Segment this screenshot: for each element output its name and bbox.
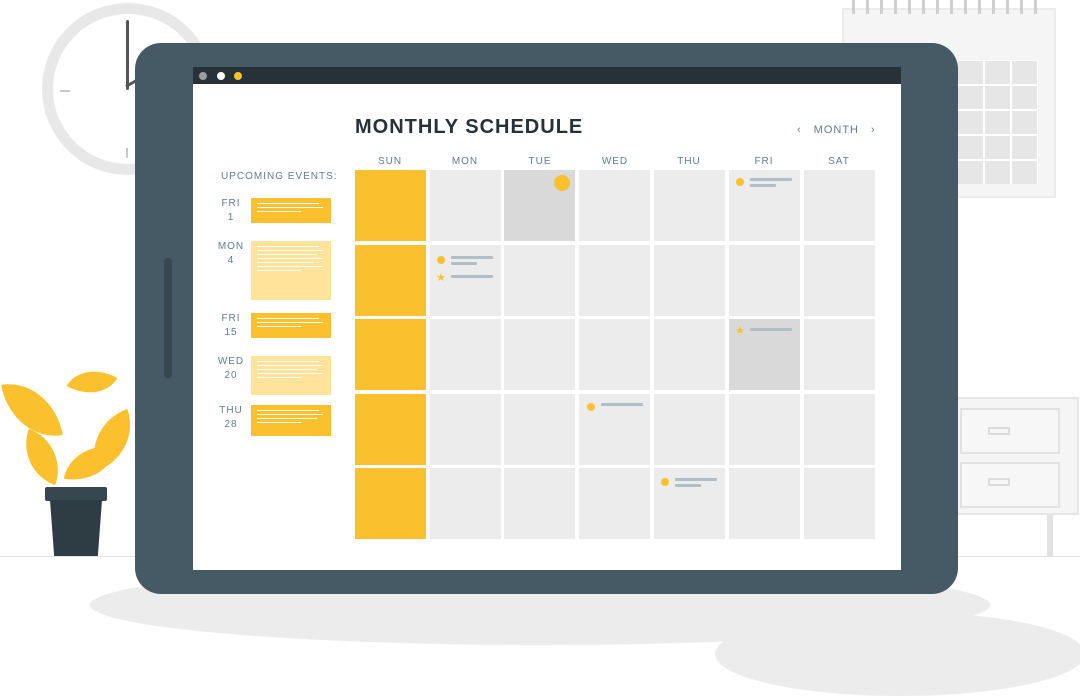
calendar-cell[interactable] xyxy=(654,245,725,316)
cabinet-drawer xyxy=(960,462,1060,508)
event-line xyxy=(750,178,792,181)
calendar-cell[interactable] xyxy=(804,170,875,241)
floor-shadow xyxy=(715,612,1080,696)
calendar-cell[interactable] xyxy=(430,170,501,241)
event-date: 1 xyxy=(227,212,235,223)
wall-calendar-rings xyxy=(852,0,1048,14)
month-view-label[interactable]: MONTH xyxy=(814,124,859,136)
wall-calendar-grid xyxy=(958,60,1038,184)
clock-minute-hand xyxy=(126,20,129,90)
calendar-cell[interactable] xyxy=(654,319,725,390)
calendar-cell[interactable] xyxy=(430,394,501,465)
event-line xyxy=(601,403,643,406)
calendar-cell[interactable] xyxy=(355,394,426,465)
clock-tick xyxy=(60,90,70,92)
dow-header-mon: MON xyxy=(451,156,479,167)
calendar-cell[interactable] xyxy=(729,468,800,539)
event-card[interactable] xyxy=(251,241,331,300)
event-date: 20 xyxy=(224,370,238,381)
event-line xyxy=(451,256,493,259)
chevron-right-icon[interactable]: › xyxy=(871,124,876,136)
event-card[interactable] xyxy=(251,356,331,395)
event-dot-icon[interactable] xyxy=(437,256,445,264)
calendar-cell[interactable] xyxy=(804,468,875,539)
calendar-cell[interactable] xyxy=(579,468,650,539)
calendar-cell[interactable] xyxy=(355,170,426,241)
event-date: 4 xyxy=(227,255,235,266)
calendar-cell[interactable] xyxy=(430,319,501,390)
event-line xyxy=(750,184,776,187)
event-date: 28 xyxy=(224,419,238,430)
plant-pot-icon xyxy=(50,500,102,556)
drawer-handle xyxy=(988,427,1010,435)
event-weekday: FRI xyxy=(221,313,241,324)
event-card[interactable] xyxy=(251,405,331,436)
calendar-cell[interactable] xyxy=(355,468,426,539)
clock-tick xyxy=(126,148,128,158)
event-weekday: WED xyxy=(217,356,245,367)
event-line xyxy=(675,484,701,487)
cabinet-drawer xyxy=(960,408,1060,454)
plant-leaf xyxy=(13,428,71,486)
dow-header-thu: THU xyxy=(677,156,701,167)
calendar-cell[interactable] xyxy=(579,319,650,390)
calendar-cell[interactable] xyxy=(355,319,426,390)
calendar-cell[interactable] xyxy=(579,170,650,241)
calendar-cell[interactable] xyxy=(729,245,800,316)
event-line xyxy=(750,328,792,331)
calendar-cell[interactable] xyxy=(804,319,875,390)
window-dot-maximize[interactable] xyxy=(234,72,242,80)
calendar-cell[interactable] xyxy=(654,394,725,465)
plant-leaf xyxy=(63,439,117,487)
window-titlebar xyxy=(193,67,901,84)
page-title: MONTHLY SCHEDULE xyxy=(355,116,584,138)
plant-leaf xyxy=(66,358,118,406)
dow-header-fri: FRI xyxy=(754,156,774,167)
event-date: 15 xyxy=(224,327,238,338)
event-dot-icon[interactable] xyxy=(554,175,570,191)
calendar-cell[interactable] xyxy=(430,468,501,539)
window-dot-minimize[interactable] xyxy=(217,72,225,80)
event-line xyxy=(451,275,493,278)
calendar-cell[interactable] xyxy=(504,245,575,316)
calendar-cell[interactable] xyxy=(804,245,875,316)
chevron-left-icon[interactable]: ‹ xyxy=(797,124,802,136)
tablet-screen: MONTHLY SCHEDULE ‹ MONTH › UPCOMING EVEN… xyxy=(193,67,901,570)
calendar-cell[interactable] xyxy=(804,394,875,465)
event-line xyxy=(451,262,477,265)
calendar-cell[interactable] xyxy=(654,170,725,241)
calendar-cell[interactable] xyxy=(504,319,575,390)
plant-pot-rim xyxy=(45,487,107,501)
calendar-cell[interactable] xyxy=(504,394,575,465)
event-weekday: MON xyxy=(217,241,245,252)
cabinet-leg xyxy=(1047,515,1053,557)
event-dot-icon[interactable] xyxy=(587,403,595,411)
dow-header-sat: SAT xyxy=(828,156,850,167)
calendar-cell[interactable] xyxy=(355,245,426,316)
tablet-side-button[interactable] xyxy=(164,258,172,378)
event-dot-icon[interactable] xyxy=(736,178,744,186)
event-line xyxy=(675,478,717,481)
month-navigation: ‹ MONTH › xyxy=(797,124,876,136)
event-dot-icon[interactable] xyxy=(661,478,669,486)
dow-header-sun: SUN xyxy=(377,156,403,167)
calendar-cell[interactable] xyxy=(729,394,800,465)
upcoming-events-heading: UPCOMING EVENTS: xyxy=(221,171,338,182)
event-weekday: THU xyxy=(219,405,243,416)
star-icon[interactable]: ★ xyxy=(436,273,446,284)
calendar-cell[interactable] xyxy=(504,468,575,539)
drawer-handle xyxy=(988,478,1010,486)
dow-header-wed: WED xyxy=(601,156,629,167)
calendar-cell[interactable] xyxy=(579,245,650,316)
dow-header-tue: TUE xyxy=(528,156,552,167)
window-dot-close[interactable] xyxy=(199,72,207,80)
event-card[interactable] xyxy=(251,198,331,223)
event-card[interactable] xyxy=(251,313,331,338)
star-icon[interactable]: ★ xyxy=(735,326,745,337)
event-weekday: FRI xyxy=(221,198,241,209)
